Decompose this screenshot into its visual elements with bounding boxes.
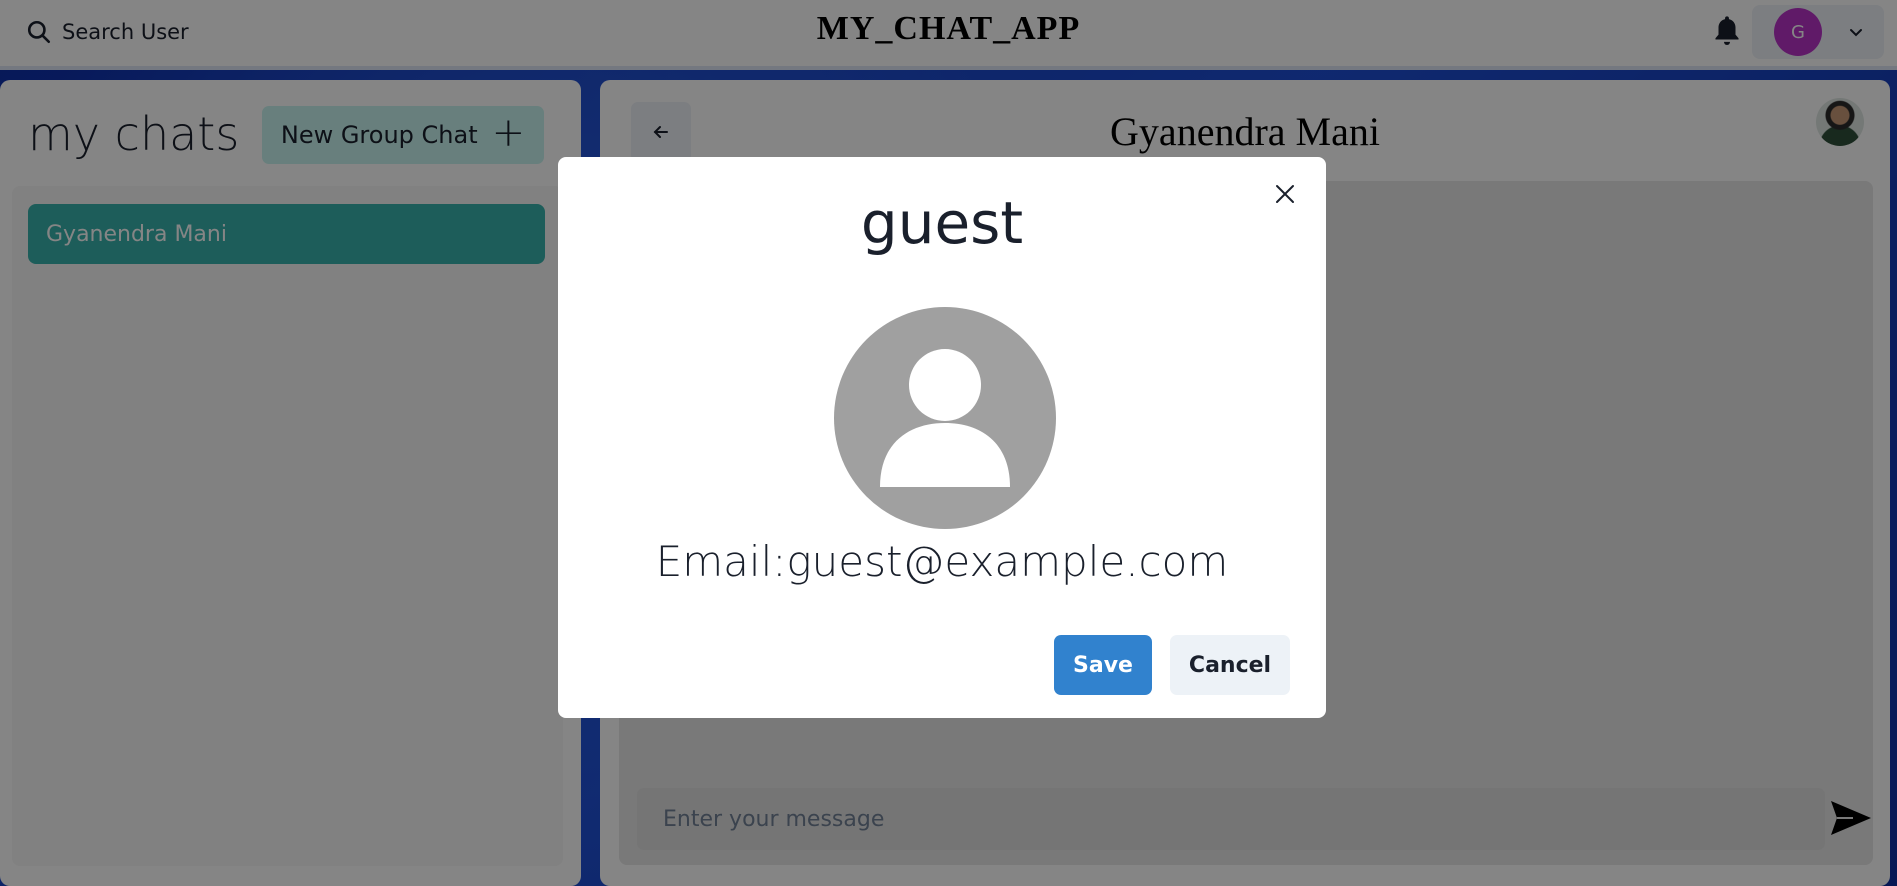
modal-email: Email:guest@example.com <box>655 537 1229 586</box>
modal-title: guest <box>860 189 1024 257</box>
save-button[interactable]: Save <box>1054 635 1152 695</box>
cancel-button[interactable]: Cancel <box>1170 635 1290 695</box>
profile-modal: guest Email:guest@example.com Save Cance… <box>558 157 1326 718</box>
user-placeholder-icon <box>834 307 1056 529</box>
